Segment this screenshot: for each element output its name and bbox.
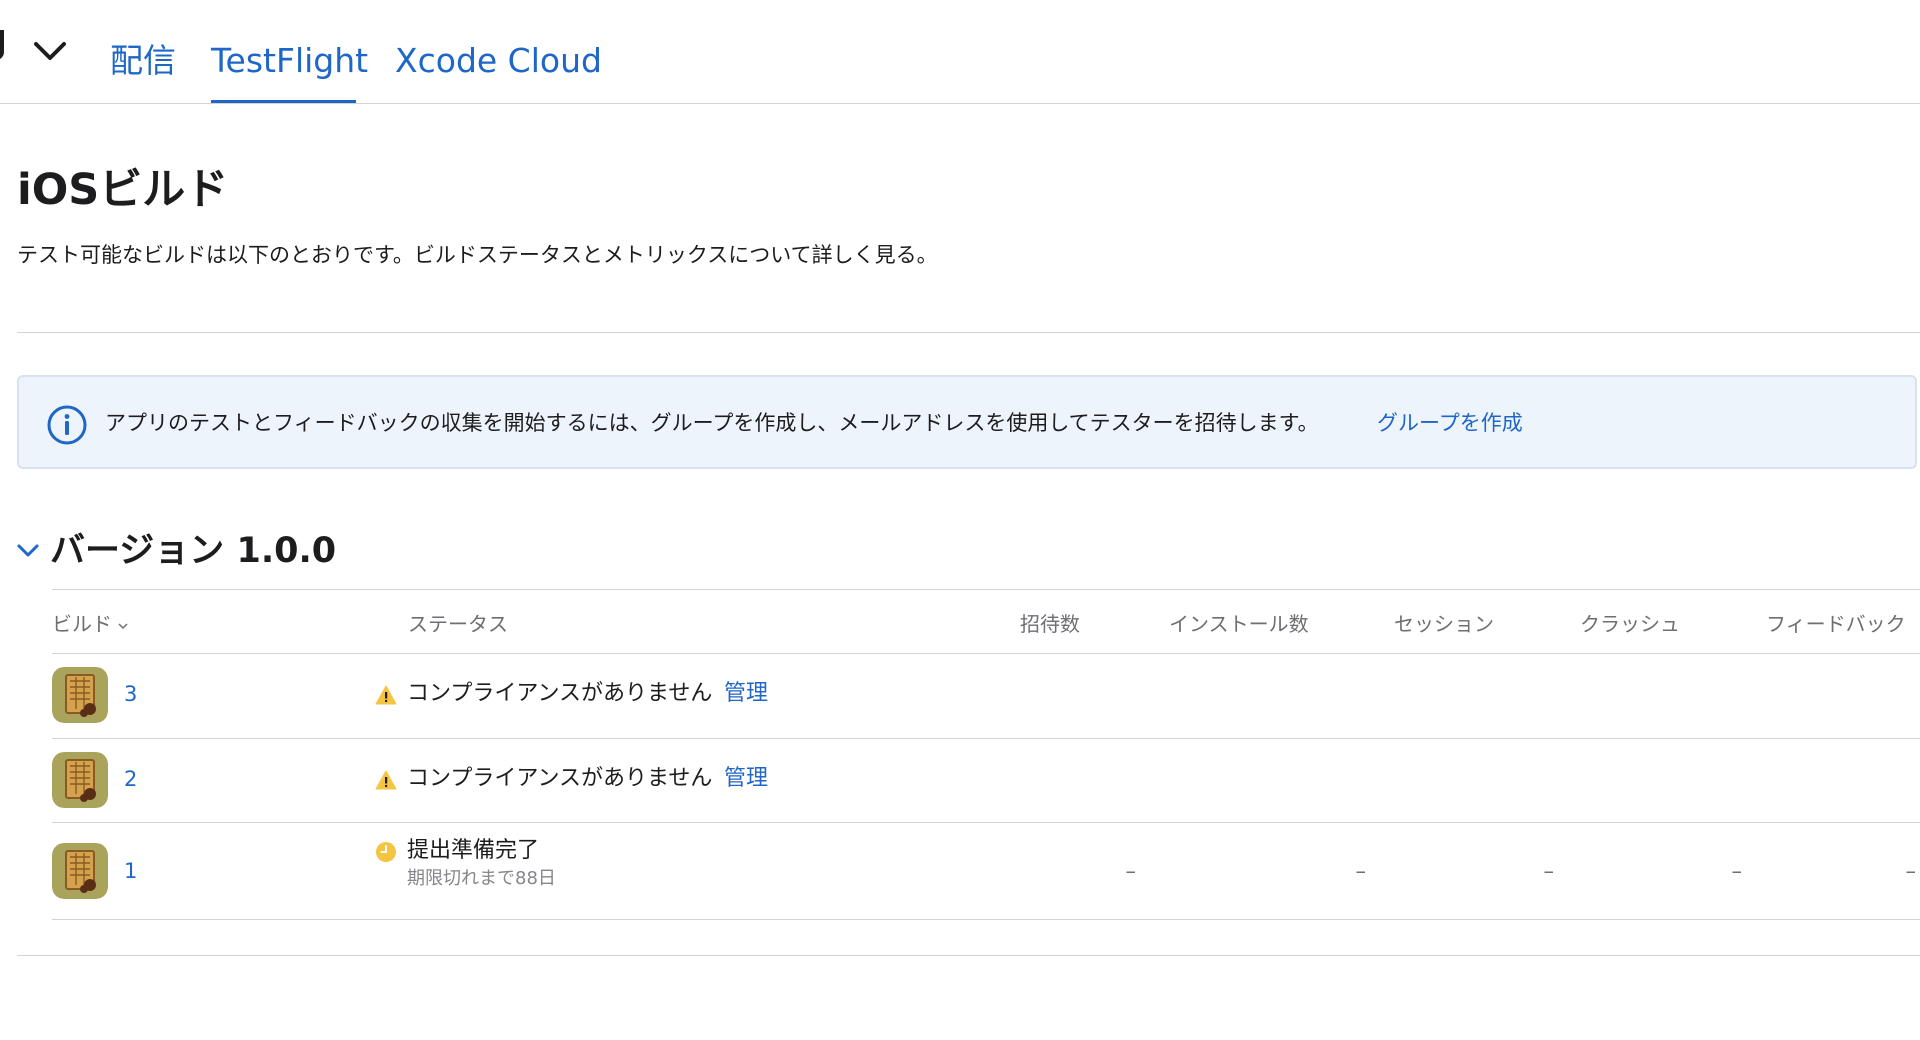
- create-group-link[interactable]: グループを作成: [1377, 407, 1523, 439]
- status-text: 提出準備完了: [407, 838, 540, 863]
- manage-link[interactable]: 管理: [724, 679, 768, 709]
- info-circle-icon: [47, 405, 87, 445]
- warning-triangle-icon: [375, 685, 397, 705]
- app-icon: [52, 667, 108, 723]
- column-header-invites: 招待数: [1020, 612, 1080, 636]
- app-icon: [52, 752, 108, 808]
- invites-value: –: [1125, 859, 1137, 883]
- build-number-link[interactable]: 1: [124, 856, 137, 886]
- build-number-link[interactable]: 3: [124, 679, 137, 709]
- tab-xcode-cloud[interactable]: Xcode Cloud: [395, 40, 602, 82]
- table-row[interactable]: 3 コンプライアンスがありません 管理: [52, 653, 1920, 738]
- feedback-value: –: [1905, 859, 1917, 883]
- section-divider: [17, 332, 1920, 333]
- column-header-status: ステータス: [408, 612, 508, 636]
- crashes-value: –: [1731, 859, 1743, 883]
- installs-value: –: [1355, 859, 1367, 883]
- table-row[interactable]: 1 提出準備完了 期限切れまで88日 – – – – –: [52, 822, 1920, 919]
- column-header-installs: インストール数: [1169, 612, 1309, 636]
- active-tab-indicator: [211, 100, 356, 103]
- sort-chevron-icon: [118, 622, 128, 629]
- page-subtitle: テスト可能なビルドは以下のとおりです。ビルドステータスとメトリックスについて詳し…: [17, 243, 938, 267]
- banner-message: アプリのテストとフィードバックの収集を開始するには、グループを作成し、メールアド…: [105, 411, 1319, 435]
- manage-link[interactable]: 管理: [724, 764, 768, 794]
- clock-icon: [376, 842, 396, 862]
- column-header-feedback: フィードバック: [1766, 612, 1906, 636]
- column-header-build[interactable]: ビルド: [52, 609, 128, 639]
- expiry-text: 期限切れまで88日: [407, 868, 556, 889]
- warning-triangle-icon: [375, 770, 397, 790]
- column-header-build-label: ビルド: [52, 612, 112, 636]
- page-title: iOSビルド: [17, 165, 229, 215]
- version-title: バージョン 1.0.0: [50, 531, 337, 571]
- chevron-down-icon[interactable]: [14, 540, 42, 562]
- row-divider: [52, 919, 1920, 920]
- tab-testflight[interactable]: TestFlight: [211, 40, 368, 82]
- app-store-connect-page: 配信 TestFlight Xcode Cloud iOSビルド テスト可能なビ…: [0, 0, 1920, 1040]
- app-name-fragment: [0, 30, 8, 64]
- tab-distribution[interactable]: 配信: [110, 40, 176, 82]
- column-header-sessions: セッション: [1394, 612, 1494, 636]
- app-icon: [52, 843, 108, 899]
- table-row[interactable]: 2 コンプライアンスがありません 管理: [52, 738, 1920, 822]
- top-navigation: 配信 TestFlight Xcode Cloud: [0, 0, 1920, 104]
- section-divider: [17, 955, 1920, 956]
- column-header-crashes: クラッシュ: [1580, 612, 1680, 636]
- sessions-value: –: [1543, 859, 1555, 883]
- status-text: コンプライアンスがありません: [407, 681, 713, 706]
- info-banner: アプリのテストとフィードバックの収集を開始するには、グループを作成し、メールアド…: [17, 375, 1917, 469]
- build-number-link[interactable]: 2: [124, 764, 137, 794]
- chevron-down-icon[interactable]: [30, 38, 70, 68]
- table-top-border: [52, 589, 1920, 590]
- status-text: コンプライアンスがありません: [407, 766, 713, 791]
